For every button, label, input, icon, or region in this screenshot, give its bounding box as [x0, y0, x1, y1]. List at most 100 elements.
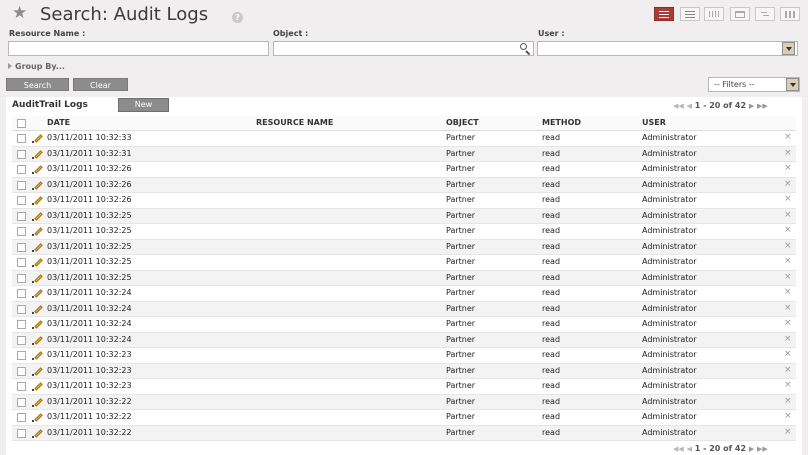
delete-icon[interactable]: ×: [784, 334, 792, 344]
gantt-view-button[interactable]: [755, 7, 775, 21]
edit-pencil-icon[interactable]: [32, 412, 43, 423]
row-checkbox[interactable]: [17, 149, 26, 159]
list-view-button[interactable]: [654, 7, 674, 21]
prev-page-icon[interactable]: ◀: [687, 445, 692, 453]
help-icon[interactable]: ?: [232, 12, 243, 23]
last-page-icon[interactable]: ▶▶: [757, 445, 768, 453]
group-by-toggle[interactable]: Group By...: [8, 62, 65, 71]
table-row[interactable]: 03/11/2011 10:32:31 Partner read Administra…: [12, 146, 796, 162]
table-row[interactable]: 03/11/2011 10:32:26 Partner read Administra…: [12, 177, 796, 193]
graph-view-button[interactable]: [704, 7, 724, 21]
table-row[interactable]: 03/11/2011 10:32:23 Partner read Administra…: [12, 379, 796, 395]
calendar-view-button[interactable]: [730, 7, 750, 21]
new-button[interactable]: New: [118, 98, 169, 112]
next-page-icon[interactable]: ▶: [749, 445, 754, 453]
row-checkbox[interactable]: [17, 227, 26, 236]
row-checkbox[interactable]: [17, 366, 26, 376]
delete-icon[interactable]: ×: [784, 287, 792, 297]
delete-icon[interactable]: ×: [784, 194, 792, 204]
table-row[interactable]: 03/11/2011 10:32:24 Partner read Administra…: [12, 332, 796, 348]
column-header-resource-name[interactable]: RESOURCE NAME: [256, 118, 333, 127]
first-page-icon[interactable]: ◀◀: [673, 102, 684, 110]
row-checkbox[interactable]: [17, 304, 26, 314]
table-row[interactable]: 03/11/2011 10:32:22 Partner read Administra…: [12, 410, 796, 426]
row-checkbox[interactable]: [17, 413, 26, 422]
edit-pencil-icon[interactable]: [32, 428, 43, 439]
edit-pencil-icon[interactable]: [32, 226, 43, 237]
delete-icon[interactable]: ×: [784, 380, 792, 390]
delete-icon[interactable]: ×: [784, 179, 792, 189]
select-all-checkbox[interactable]: [17, 119, 26, 128]
row-checkbox[interactable]: [17, 165, 26, 174]
user-select[interactable]: [537, 41, 798, 56]
edit-pencil-icon[interactable]: [32, 242, 43, 253]
edit-pencil-icon[interactable]: [32, 211, 43, 222]
table-row[interactable]: 03/11/2011 10:32:25 Partner read Administra…: [12, 255, 796, 271]
resource-name-input[interactable]: [8, 41, 269, 56]
row-checkbox[interactable]: [17, 397, 26, 407]
form-view-button[interactable]: [680, 7, 700, 21]
edit-pencil-icon[interactable]: [32, 149, 43, 160]
delete-icon[interactable]: ×: [784, 163, 792, 173]
search-icon[interactable]: [520, 43, 531, 56]
row-checkbox[interactable]: [17, 134, 26, 143]
edit-pencil-icon[interactable]: [32, 257, 43, 268]
row-checkbox[interactable]: [17, 180, 26, 190]
kanban-view-button[interactable]: [780, 7, 800, 21]
delete-icon[interactable]: ×: [784, 225, 792, 235]
edit-pencil-icon[interactable]: [32, 335, 43, 346]
table-row[interactable]: 03/11/2011 10:32:22 Partner read Administra…: [12, 425, 796, 441]
delete-icon[interactable]: ×: [784, 411, 792, 421]
edit-pencil-icon[interactable]: [32, 319, 43, 330]
row-checkbox[interactable]: [17, 428, 26, 438]
table-row[interactable]: 03/11/2011 10:32:24 Partner read Administra…: [12, 286, 796, 302]
delete-icon[interactable]: ×: [784, 303, 792, 313]
edit-pencil-icon[interactable]: [32, 304, 43, 315]
delete-icon[interactable]: ×: [784, 396, 792, 406]
column-header-user[interactable]: USER: [642, 118, 666, 127]
edit-pencil-icon[interactable]: [32, 180, 43, 191]
delete-icon[interactable]: ×: [784, 427, 792, 437]
table-row[interactable]: 03/11/2011 10:32:25 Partner read Administra…: [12, 224, 796, 240]
table-row[interactable]: 03/11/2011 10:32:23 Partner read Administra…: [12, 363, 796, 379]
row-checkbox[interactable]: [17, 382, 26, 391]
edit-pencil-icon[interactable]: [32, 164, 43, 175]
delete-icon[interactable]: ×: [784, 148, 792, 158]
delete-icon[interactable]: ×: [784, 256, 792, 266]
column-header-method[interactable]: METHOD: [542, 118, 581, 127]
edit-pencil-icon[interactable]: [32, 133, 43, 144]
edit-pencil-icon[interactable]: [32, 195, 43, 206]
favorite-star-icon[interactable]: ★: [12, 5, 27, 22]
table-row[interactable]: 03/11/2011 10:32:26 Partner read Administra…: [12, 193, 796, 209]
edit-pencil-icon[interactable]: [32, 397, 43, 408]
edit-pencil-icon[interactable]: [32, 288, 43, 299]
row-checkbox[interactable]: [17, 273, 26, 283]
search-button[interactable]: Search: [6, 78, 69, 91]
delete-icon[interactable]: ×: [784, 272, 792, 282]
prev-page-icon[interactable]: ◀: [687, 102, 692, 110]
table-row[interactable]: 03/11/2011 10:32:22 Partner read Administra…: [12, 394, 796, 410]
clear-button[interactable]: Clear: [73, 78, 128, 91]
table-row[interactable]: 03/11/2011 10:32:26 Partner read Administra…: [12, 162, 796, 178]
table-row[interactable]: 03/11/2011 10:32:24 Partner read Administra…: [12, 317, 796, 333]
table-row[interactable]: 03/11/2011 10:32:23 Partner read Administra…: [12, 348, 796, 364]
user-dropdown-chevron-down-icon[interactable]: [782, 42, 795, 55]
row-checkbox[interactable]: [17, 351, 26, 360]
edit-pencil-icon[interactable]: [32, 366, 43, 377]
delete-icon[interactable]: ×: [784, 241, 792, 251]
row-checkbox[interactable]: [17, 211, 26, 221]
delete-icon[interactable]: ×: [784, 210, 792, 220]
row-checkbox[interactable]: [17, 320, 26, 329]
object-input[interactable]: [273, 41, 534, 56]
delete-icon[interactable]: ×: [784, 318, 792, 328]
table-row[interactable]: 03/11/2011 10:32:24 Partner read Administra…: [12, 301, 796, 317]
delete-icon[interactable]: ×: [784, 349, 792, 359]
edit-pencil-icon[interactable]: [32, 273, 43, 284]
edit-pencil-icon[interactable]: [32, 381, 43, 392]
delete-icon[interactable]: ×: [784, 132, 792, 142]
column-header-date[interactable]: DATE: [47, 118, 70, 127]
next-page-icon[interactable]: ▶: [749, 102, 754, 110]
table-row[interactable]: 03/11/2011 10:32:25 Partner read Administra…: [12, 270, 796, 286]
edit-pencil-icon[interactable]: [32, 350, 43, 361]
row-checkbox[interactable]: [17, 196, 26, 205]
